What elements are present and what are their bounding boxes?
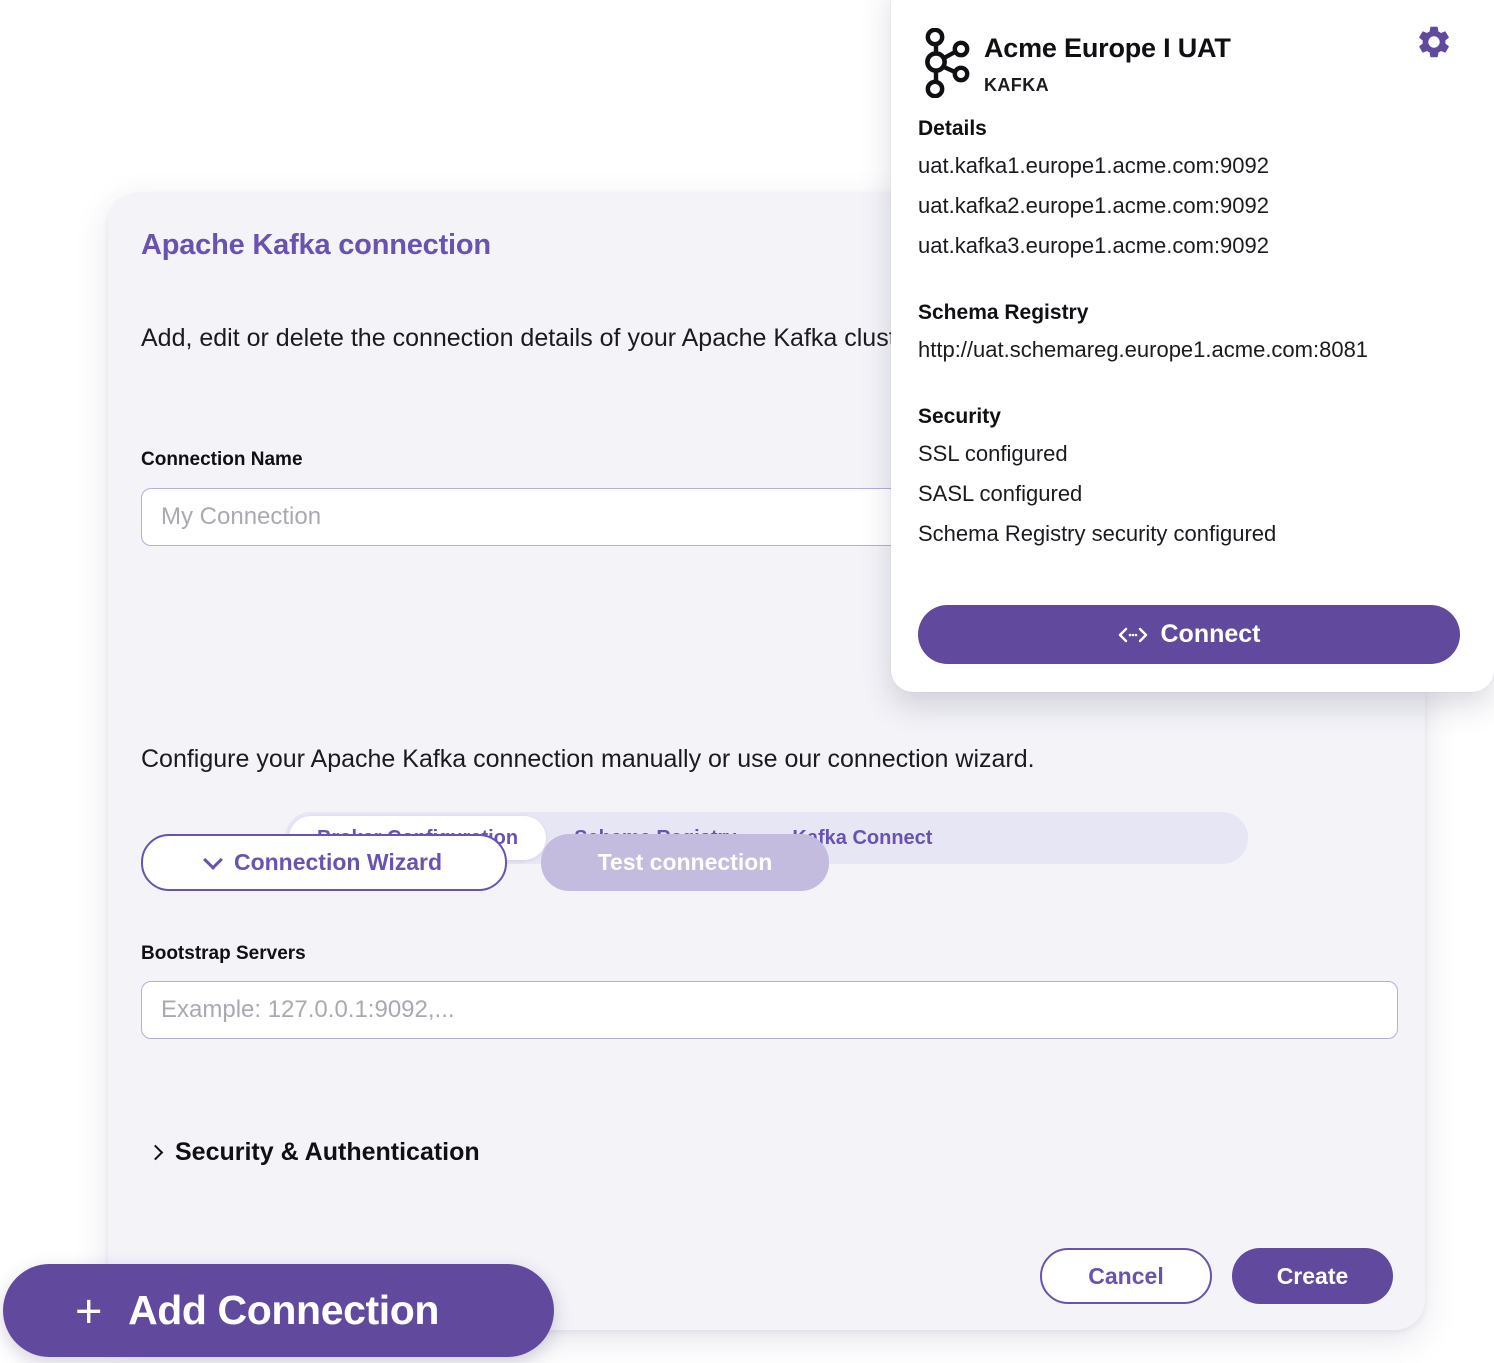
plus-icon: +: [75, 1283, 103, 1337]
bootstrap-servers-label: Bootstrap Servers: [141, 943, 306, 964]
security-sasl-status: SASL configured: [918, 481, 1083, 506]
schema-registry-url: http://uat.schemareg.europe1.acme.com:80…: [918, 337, 1369, 362]
popup-cluster-title: Acme Europe I UAT: [984, 33, 1231, 63]
security-ssl-status: SSL configured: [918, 441, 1068, 466]
gear-icon[interactable]: [1415, 23, 1453, 61]
bootstrap-servers-input[interactable]: [141, 981, 1398, 1039]
configure-note: Configure your Apache Kafka connection m…: [141, 745, 1035, 773]
broker-address-2: uat.kafka2.europe1.acme.com:9092: [918, 193, 1270, 218]
broker-address-3: uat.kafka3.europe1.acme.com:9092: [918, 233, 1270, 258]
dialog-description: Add, edit or delete the connection detai…: [141, 324, 918, 352]
add-connection-button[interactable]: + Add Connection: [3, 1264, 554, 1357]
security-heading: Security: [918, 405, 1001, 428]
schema-registry-heading: Schema Registry: [918, 301, 1089, 324]
security-authentication-accordion[interactable]: Security & Authentication: [147, 1138, 480, 1167]
dialog-title: Apache Kafka connection: [141, 229, 491, 261]
details-heading: Details: [918, 117, 987, 140]
connect-arrows-icon: [1118, 627, 1147, 642]
chevron-right-icon: [147, 1144, 164, 1160]
connect-button[interactable]: Connect: [918, 605, 1460, 664]
connect-label: Connect: [1160, 620, 1261, 648]
cancel-button[interactable]: Cancel: [1040, 1248, 1212, 1304]
connection-wizard-button[interactable]: Connection Wizard: [141, 834, 507, 891]
broker-address-1: uat.kafka1.europe1.acme.com:9092: [918, 153, 1270, 178]
connection-wizard-label: Connection Wizard: [233, 849, 443, 875]
security-authentication-label: Security & Authentication: [175, 1138, 480, 1166]
test-connection-button[interactable]: Test connection: [541, 834, 829, 891]
popup-cluster-subtitle: KAFKA: [984, 75, 1049, 95]
chevron-down-icon: [203, 850, 223, 870]
cluster-details-popup: Acme Europe I UAT KAFKA Details uat.kafk…: [891, 0, 1494, 692]
security-schema-registry-status: Schema Registry security configured: [918, 521, 1277, 546]
connection-name-label: Connection Name: [141, 449, 303, 470]
kafka-logo-icon: [925, 28, 970, 98]
create-button[interactable]: Create: [1232, 1248, 1393, 1304]
add-connection-label: Add Connection: [128, 1287, 440, 1333]
